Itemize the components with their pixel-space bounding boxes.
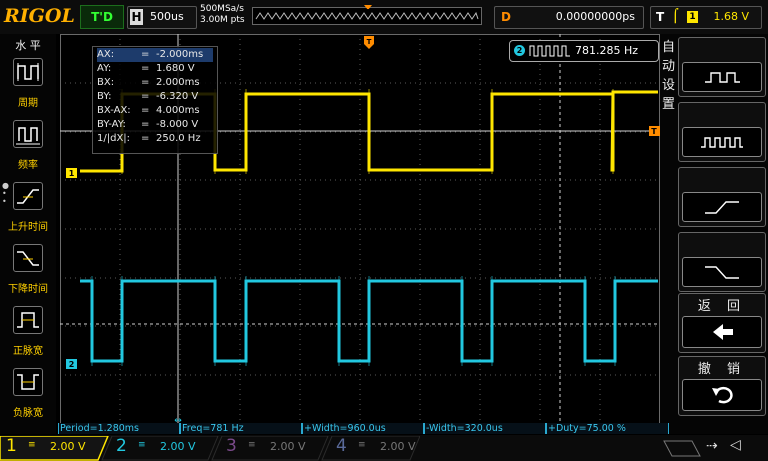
measurement-positive-duty[interactable]: +Duty=75.00 % [546, 423, 669, 434]
measurement-negative-width[interactable]: -Width=320.0us [424, 423, 546, 434]
memory-waveform-overview[interactable]: T [252, 5, 482, 27]
memory-depth: 3.00M pts [200, 15, 245, 25]
channel-3-tab[interactable]: 3 ≡ 2.00 V [220, 436, 326, 460]
auto-rise-edge-button[interactable] [678, 167, 766, 227]
positive-width-icon [13, 306, 43, 334]
channel-3-number: 3 [226, 436, 237, 456]
menu-title-auto-setup: 自动设置 [662, 40, 676, 112]
cursor-row-dy: BY-AY: = -8.000 V [97, 119, 199, 130]
rise-edge-icon [682, 192, 762, 222]
channel-4-number: 4 [336, 436, 347, 456]
timebase-value: 500us [150, 10, 184, 23]
channel-1-number: 1 [6, 436, 17, 456]
menu-label-negative-width: 负脉宽 [13, 408, 43, 419]
undo-button[interactable]: 撤 销 [678, 356, 766, 416]
menu-arrow-icon[interactable] [662, 438, 702, 458]
cursor-row-ay: AY: = 1.680 V [97, 63, 195, 74]
counter-value: 781.285 Hz [574, 44, 638, 57]
menu-item-negative-width[interactable]: 负脉宽 [2, 366, 54, 422]
undo-icon [682, 379, 762, 411]
channel-4-tab[interactable]: 4 ≡ 2.00 V [330, 436, 420, 460]
auto-single-period-button[interactable] [678, 102, 766, 162]
menu-label-rise-time: 上升时间 [8, 222, 48, 233]
menu-item-rise-time[interactable]: 上升时间 [2, 180, 54, 236]
channel-1-tab[interactable]: 1 ≡ 2.00 V [0, 436, 106, 460]
rising-edge-icon: ⌠ [672, 9, 679, 24]
square-wave-icon [529, 45, 570, 57]
coupling-icon: ≡ [248, 440, 256, 450]
coupling-icon: ≡ [138, 440, 146, 450]
menu-item-fall-time[interactable]: 下降时间 [2, 242, 54, 298]
trigger-source: 1 [687, 11, 698, 23]
svg-text:T: T [367, 38, 372, 46]
menu-item-frequency[interactable]: 频率 [2, 118, 54, 174]
speaker-icon[interactable]: ◁ [730, 437, 741, 453]
horizontal-label: H [130, 9, 143, 25]
channel-2-scale: 2.00 V [160, 440, 196, 453]
menu-title-horizontal: 水 平 [15, 39, 41, 52]
brand-logo: RIGOL [4, 5, 75, 27]
run-status-badge[interactable]: T'D [80, 5, 124, 29]
channel-1-marker: 1 [66, 168, 77, 178]
auto-multi-period-button[interactable] [678, 37, 766, 97]
menu-item-period[interactable]: 周期 [2, 56, 54, 112]
menu-item-positive-width[interactable]: 正脉宽 [2, 304, 54, 360]
single-period-icon [682, 127, 762, 157]
cursor-row-inv-dx: 1/|dX|: = 250.0 Hz [97, 133, 201, 144]
trigger-label: T [656, 10, 665, 24]
svg-text:T: T [365, 8, 371, 16]
cursor-row-bx: BX: = 2.000ms [97, 77, 200, 88]
channel-4-scale: 2.00 V [380, 440, 416, 453]
undo-label: 撤 销 [697, 362, 747, 377]
multi-period-icon [682, 62, 762, 92]
channel-3-scale: 2.00 V [270, 440, 306, 453]
coupling-icon: ≡ [28, 440, 36, 450]
measurement-period[interactable]: Period=1.280ms [58, 423, 180, 434]
counter-channel-badge: 2 [514, 45, 525, 56]
frequency-icon [13, 120, 43, 148]
channel-1-scale: 2.00 V [50, 440, 86, 453]
trigger-box[interactable]: T ⌠ 1 1.68 V [650, 6, 762, 29]
delay-label: D [501, 10, 511, 24]
channel-2-tab[interactable]: 2 ≡ 2.00 V [110, 436, 216, 460]
fall-time-icon [13, 244, 43, 272]
svg-text:T: T [651, 127, 657, 136]
arrow-left-icon [682, 316, 762, 348]
delay-value: 0.00000000ps [555, 10, 635, 23]
svg-text:2: 2 [69, 360, 75, 369]
acquisition-info: 500MSa/s 3.00M pts [200, 4, 245, 26]
menu-label-positive-width: 正脉宽 [13, 346, 43, 357]
timebase-box[interactable]: H 500us [127, 6, 197, 29]
cursor-row-ax: AX: = -2.000ms [97, 48, 213, 62]
channel-2-number: 2 [116, 436, 127, 456]
cursor-readout-panel: AX: = -2.000ms AY: = 1.680 V BX: = 2.000ms BY:… [92, 46, 218, 154]
coupling-icon: ≡ [358, 440, 366, 450]
menu-label-fall-time: 下降时间 [8, 284, 48, 295]
sample-rate: 500MSa/s [200, 4, 244, 14]
back-label: 返 回 [697, 299, 747, 314]
measurement-positive-width[interactable]: +Width=960.0us [302, 423, 424, 434]
cursor-row-by: BY: = -6.320 V [97, 91, 199, 102]
rise-time-icon [13, 182, 43, 210]
delay-box[interactable]: D 0.00000000ps [494, 6, 644, 29]
trigger-level: 1.68 V [713, 10, 749, 23]
measurement-frequency[interactable]: Freq=781 Hz [180, 423, 302, 434]
trigger-level-marker: T [649, 126, 660, 136]
frequency-counter[interactable]: 2 781.285 Hz [509, 40, 659, 62]
fall-edge-icon [682, 257, 762, 287]
auto-fall-edge-button[interactable] [678, 232, 766, 292]
negative-width-icon [13, 368, 43, 396]
period-icon [13, 58, 43, 86]
usb-icon: ⇢ [706, 438, 718, 454]
cursor-row-dx: BX-AX: = 4.000ms [97, 105, 200, 116]
channel-2-marker: 2 [66, 359, 77, 369]
menu-label-frequency: 频率 [18, 160, 38, 171]
back-button[interactable]: 返 回 [678, 293, 766, 353]
menu-label-period: 周期 [18, 98, 38, 109]
svg-text:1: 1 [69, 169, 75, 178]
measurement-bar: Period=1.280ms Freq=781 Hz +Width=960.0u… [58, 423, 670, 435]
